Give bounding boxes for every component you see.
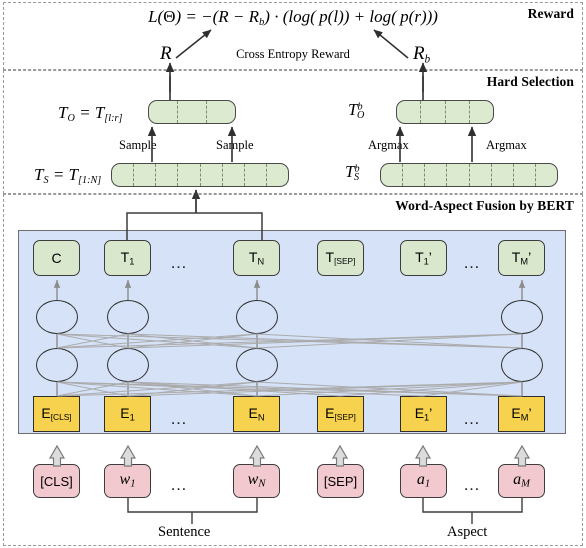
- connector-overlay: [48, 29, 531, 524]
